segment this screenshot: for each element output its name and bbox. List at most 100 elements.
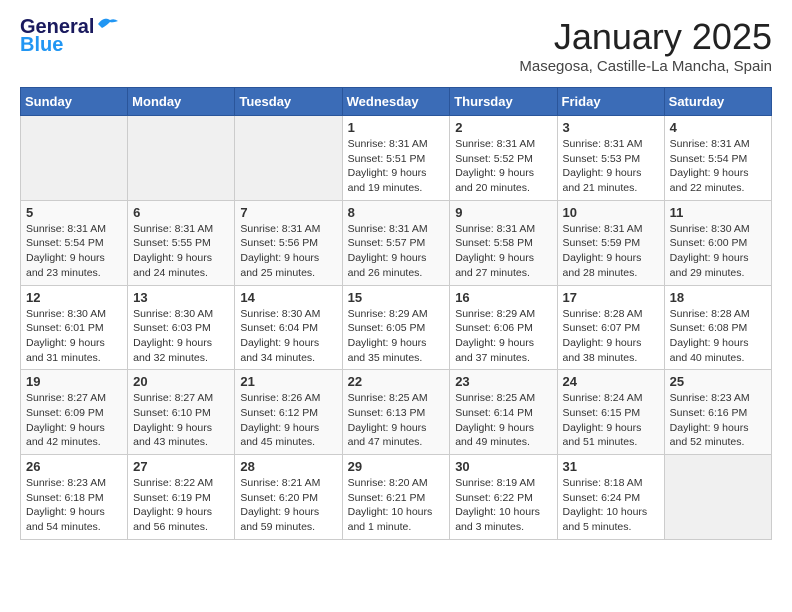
day-info: Sunrise: 8:30 AM Sunset: 6:00 PM Dayligh… <box>670 222 766 281</box>
weekday-header-row: Sunday Monday Tuesday Wednesday Thursday… <box>21 88 772 116</box>
calendar-cell: 25Sunrise: 8:23 AM Sunset: 6:16 PM Dayli… <box>664 370 771 455</box>
day-info: Sunrise: 8:31 AM Sunset: 5:53 PM Dayligh… <box>563 137 659 196</box>
day-info: Sunrise: 8:31 AM Sunset: 5:52 PM Dayligh… <box>455 137 551 196</box>
logo-bird-icon <box>96 16 120 34</box>
day-number: 13 <box>133 290 229 305</box>
day-number: 8 <box>348 205 445 220</box>
th-wednesday: Wednesday <box>342 88 450 116</box>
th-saturday: Saturday <box>664 88 771 116</box>
calendar-cell: 15 Sunrise: 8:29 AM Sunset: 6:05 PM Dayli… <box>342 285 450 370</box>
calendar-cell: 6Sunrise: 8:31 AM Sunset: 5:55 PM Daylig… <box>128 200 235 285</box>
day-number: 2 <box>455 120 551 135</box>
day-number: 23 <box>455 374 551 389</box>
calendar-week-row: 19Sunrise: 8:27 AM Sunset: 6:09 PM Dayli… <box>21 370 772 455</box>
calendar-cell: 8 Sunrise: 8:31 AM Sunset: 5:57 PM Daylig… <box>342 200 450 285</box>
day-number: 15 <box>348 290 445 305</box>
th-thursday: Thursday <box>450 88 557 116</box>
th-friday: Friday <box>557 88 664 116</box>
day-info: Sunrise: 8:22 AM Sunset: 6:19 PM Dayligh… <box>133 476 229 535</box>
calendar-cell: 1Sunrise: 8:31 AM Sunset: 5:51 PM Daylig… <box>342 116 450 201</box>
calendar-cell <box>128 116 235 201</box>
day-info: Sunrise: 8:23 AM Sunset: 6:18 PM Dayligh… <box>26 476 122 535</box>
calendar-cell: 18 Sunrise: 8:28 AM Sunset: 6:08 PM Dayli… <box>664 285 771 370</box>
title-block: January 2025 Masegosa, Castille-La Manch… <box>519 16 772 75</box>
calendar-cell: 19Sunrise: 8:27 AM Sunset: 6:09 PM Dayli… <box>21 370 128 455</box>
day-number: 17 <box>563 290 659 305</box>
day-info: Sunrise: 8:30 AM Sunset: 6:04 PM Dayligh… <box>240 307 336 366</box>
calendar-cell: 28 Sunrise: 8:21 AM Sunset: 6:20 PM Dayli… <box>235 455 342 540</box>
calendar-week-row: 26 Sunrise: 8:23 AM Sunset: 6:18 PM Dayli… <box>21 455 772 540</box>
day-info: Sunrise: 8:27 AM Sunset: 6:09 PM Dayligh… <box>26 391 122 450</box>
day-info: Sunrise: 8:25 AM Sunset: 6:14 PM Dayligh… <box>455 391 551 450</box>
day-number: 18 <box>670 290 766 305</box>
day-info: Sunrise: 8:31 AM Sunset: 5:54 PM Dayligh… <box>26 222 122 281</box>
calendar-cell: 4Sunrise: 8:31 AM Sunset: 5:54 PM Daylig… <box>664 116 771 201</box>
day-info: Sunrise: 8:21 AM Sunset: 6:20 PM Dayligh… <box>240 476 336 535</box>
calendar-cell: 30Sunrise: 8:19 AM Sunset: 6:22 PM Dayli… <box>450 455 557 540</box>
th-monday: Monday <box>128 88 235 116</box>
day-number: 28 <box>240 459 336 474</box>
day-info: Sunrise: 8:31 AM Sunset: 5:51 PM Dayligh… <box>348 137 445 196</box>
day-number: 26 <box>26 459 122 474</box>
calendar-cell: 31 Sunrise: 8:18 AM Sunset: 6:24 PM Dayli… <box>557 455 664 540</box>
calendar-cell: 13 Sunrise: 8:30 AM Sunset: 6:03 PM Dayli… <box>128 285 235 370</box>
day-info: Sunrise: 8:31 AM Sunset: 5:57 PM Dayligh… <box>348 222 445 281</box>
day-info: Sunrise: 8:28 AM Sunset: 6:07 PM Dayligh… <box>563 307 659 366</box>
day-info: Sunrise: 8:31 AM Sunset: 5:58 PM Dayligh… <box>455 222 551 281</box>
day-info: Sunrise: 8:18 AM Sunset: 6:24 PM Dayligh… <box>563 476 659 535</box>
calendar-cell: 26 Sunrise: 8:23 AM Sunset: 6:18 PM Dayli… <box>21 455 128 540</box>
calendar-cell: 16 Sunrise: 8:29 AM Sunset: 6:06 PM Dayli… <box>450 285 557 370</box>
page: General Blue January 2025 Masegosa, Cast… <box>0 0 792 556</box>
calendar-cell: 14 Sunrise: 8:30 AM Sunset: 6:04 PM Dayli… <box>235 285 342 370</box>
calendar-week-row: 5 Sunrise: 8:31 AM Sunset: 5:54 PM Daylig… <box>21 200 772 285</box>
calendar: Sunday Monday Tuesday Wednesday Thursday… <box>20 87 772 540</box>
day-number: 29 <box>348 459 445 474</box>
day-info: Sunrise: 8:30 AM Sunset: 6:01 PM Dayligh… <box>26 307 122 366</box>
day-info: Sunrise: 8:29 AM Sunset: 6:06 PM Dayligh… <box>455 307 551 366</box>
calendar-cell: 10 Sunrise: 8:31 AM Sunset: 5:59 PM Dayli… <box>557 200 664 285</box>
day-number: 24 <box>563 374 659 389</box>
calendar-cell: 23 Sunrise: 8:25 AM Sunset: 6:14 PM Dayli… <box>450 370 557 455</box>
day-number: 20 <box>133 374 229 389</box>
calendar-cell: 9Sunrise: 8:31 AM Sunset: 5:58 PM Daylig… <box>450 200 557 285</box>
calendar-cell: 20 Sunrise: 8:27 AM Sunset: 6:10 PM Dayli… <box>128 370 235 455</box>
day-number: 3 <box>563 120 659 135</box>
calendar-week-row: 1Sunrise: 8:31 AM Sunset: 5:51 PM Daylig… <box>21 116 772 201</box>
calendar-cell: 29Sunrise: 8:20 AM Sunset: 6:21 PM Dayli… <box>342 455 450 540</box>
day-number: 25 <box>670 374 766 389</box>
day-number: 22 <box>348 374 445 389</box>
day-info: Sunrise: 8:30 AM Sunset: 6:03 PM Dayligh… <box>133 307 229 366</box>
th-tuesday: Tuesday <box>235 88 342 116</box>
day-info: Sunrise: 8:27 AM Sunset: 6:10 PM Dayligh… <box>133 391 229 450</box>
month-title: January 2025 <box>519 16 772 58</box>
logo-blue: Blue <box>20 34 63 56</box>
day-number: 12 <box>26 290 122 305</box>
day-number: 4 <box>670 120 766 135</box>
day-number: 21 <box>240 374 336 389</box>
day-info: Sunrise: 8:25 AM Sunset: 6:13 PM Dayligh… <box>348 391 445 450</box>
day-info: Sunrise: 8:29 AM Sunset: 6:05 PM Dayligh… <box>348 307 445 366</box>
logo: General Blue <box>20 16 120 56</box>
calendar-week-row: 12 Sunrise: 8:30 AM Sunset: 6:01 PM Dayli… <box>21 285 772 370</box>
day-number: 16 <box>455 290 551 305</box>
calendar-cell: 17 Sunrise: 8:28 AM Sunset: 6:07 PM Dayli… <box>557 285 664 370</box>
day-info: Sunrise: 8:26 AM Sunset: 6:12 PM Dayligh… <box>240 391 336 450</box>
day-number: 31 <box>563 459 659 474</box>
day-number: 14 <box>240 290 336 305</box>
calendar-cell: 7Sunrise: 8:31 AM Sunset: 5:56 PM Daylig… <box>235 200 342 285</box>
day-info: Sunrise: 8:24 AM Sunset: 6:15 PM Dayligh… <box>563 391 659 450</box>
day-number: 27 <box>133 459 229 474</box>
calendar-cell: 3 Sunrise: 8:31 AM Sunset: 5:53 PM Daylig… <box>557 116 664 201</box>
day-number: 10 <box>563 205 659 220</box>
day-info: Sunrise: 8:31 AM Sunset: 5:55 PM Dayligh… <box>133 222 229 281</box>
calendar-cell <box>235 116 342 201</box>
day-info: Sunrise: 8:31 AM Sunset: 5:59 PM Dayligh… <box>563 222 659 281</box>
th-sunday: Sunday <box>21 88 128 116</box>
day-info: Sunrise: 8:19 AM Sunset: 6:22 PM Dayligh… <box>455 476 551 535</box>
calendar-cell: 24 Sunrise: 8:24 AM Sunset: 6:15 PM Dayli… <box>557 370 664 455</box>
day-info: Sunrise: 8:28 AM Sunset: 6:08 PM Dayligh… <box>670 307 766 366</box>
day-number: 5 <box>26 205 122 220</box>
calendar-cell: 21 Sunrise: 8:26 AM Sunset: 6:12 PM Dayli… <box>235 370 342 455</box>
day-info: Sunrise: 8:31 AM Sunset: 5:56 PM Dayligh… <box>240 222 336 281</box>
calendar-cell: 22 Sunrise: 8:25 AM Sunset: 6:13 PM Dayli… <box>342 370 450 455</box>
